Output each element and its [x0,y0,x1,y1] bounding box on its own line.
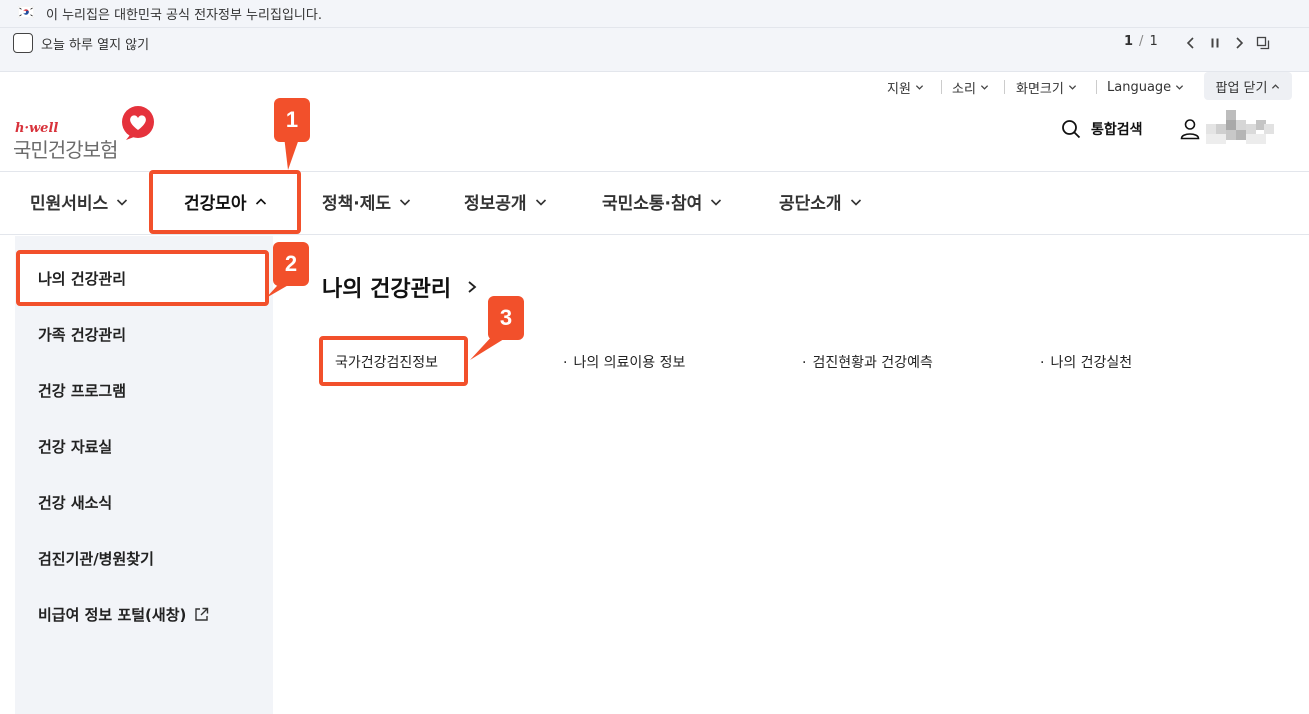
sidebar-item-health-news[interactable]: 건강 새소식 [38,492,112,513]
util-support-label: 지원 [887,81,911,97]
popup-pager: 1 / 1 [1124,34,1158,49]
util-support[interactable]: 지원 [887,74,924,100]
bullet: · [1040,355,1045,371]
gnb-item-health-moa[interactable]: 건강모아 [184,189,267,214]
pause-icon[interactable] [1208,36,1222,50]
chevron-down-icon [711,198,722,206]
chevron-right-icon [468,281,477,293]
dont-show-today-label[interactable]: 오늘 하루 열지 않기 [41,34,149,53]
step-badge-3: 3 [488,296,524,340]
dont-show-today-checkbox[interactable] [13,33,33,53]
sub-item-label: 나의 건강실천 [1050,355,1133,371]
gnb-item-policy[interactable]: 정책·제도 [322,189,411,214]
sidebar-item-label: 건강 자료실 [38,438,113,456]
pager-total: 1 [1149,34,1158,49]
next-icon[interactable] [1232,36,1246,50]
sidebar-item-label: 비급여 정보 포털(새창) [38,606,187,624]
sidebar-item-label: 건강 프로그램 [38,382,127,400]
blurred-username [1206,110,1274,144]
korea-flag-icon [18,6,34,18]
integrated-search-button[interactable]: 통합검색 [1091,119,1143,139]
gnb-item-info-disclosure[interactable]: 정보공개 [464,189,547,214]
view-all-icon[interactable] [1256,36,1270,50]
chevron-down-icon [980,84,989,90]
chevron-down-icon [1176,84,1184,90]
util-divider [1004,80,1005,94]
external-link-icon [195,607,209,621]
gnb-item-about[interactable]: 공단소개 [779,189,862,214]
sidebar-item-health-program[interactable]: 건강 프로그램 [38,380,126,401]
util-language[interactable]: Language [1107,74,1184,100]
chevron-up-icon [255,197,266,205]
search-icon[interactable] [1061,119,1081,139]
util-screen-size-label: 화면크기 [1016,81,1064,97]
logo-name[interactable]: 국민건강보험 [13,134,118,163]
pager-separator: / [1139,34,1144,49]
chevron-up-icon [1272,83,1280,89]
step-badge-1: 1 [274,98,310,142]
sidebar-item-my-health[interactable]: 나의 건강관리 [38,268,126,289]
user-icon[interactable] [1180,118,1200,140]
popup-bar: 오늘 하루 열지 않기 1 / 1 [0,28,1309,72]
gnb-item-civil-service[interactable]: 민원서비스 [30,189,128,214]
sub-item-checkup-status[interactable]: · 검진현황과 건강예측 [802,352,933,372]
sub-item-health-practice[interactable]: · 나의 건강실천 [1040,352,1132,372]
chevron-down-icon [535,198,546,206]
popup-close-button[interactable]: 팝업 닫기 [1204,72,1292,100]
sidebar-item-label: 검진기관/병원찾기 [38,550,154,568]
popup-close-label: 팝업 닫기 [1215,80,1268,96]
content-title[interactable]: 나의 건강관리 [322,271,479,303]
gnb-item-label: 정보공개 [464,194,527,214]
gnb-item-label: 민원서비스 [30,194,109,214]
gnb-item-label: 건강모아 [184,194,247,214]
util-language-label: Language [1107,79,1172,95]
chevron-down-icon [850,198,861,206]
heart-logo-icon [122,106,154,140]
sub-item-label: 나의 의료이용 정보 [573,355,686,371]
gov-banner-text: 이 누리집은 대한민국 공식 전자정부 누리집입니다. [46,8,322,23]
sidebar-item-noncovered-portal[interactable]: 비급여 정보 포털(새창) [38,604,209,625]
pager-current: 1 [1124,34,1134,49]
bullet: · [563,355,568,371]
chevron-down-icon [117,198,128,206]
sidebar-item-find-hospital[interactable]: 검진기관/병원찾기 [38,548,154,569]
chevron-down-icon [399,198,411,206]
util-sound[interactable]: 소리 [952,74,989,100]
content-title-label: 나의 건강관리 [322,277,452,302]
bullet: · [802,355,807,371]
prev-icon[interactable] [1184,36,1198,50]
util-sound-label: 소리 [952,81,976,97]
sub-item-national-checkup[interactable]: 국가건강검진정보 [335,352,438,372]
util-divider [1096,80,1097,94]
sidebar-item-family-health[interactable]: 가족 건강관리 [38,324,126,345]
util-divider [941,80,942,94]
gov-banner: 이 누리집은 대한민국 공식 전자정부 누리집입니다. [0,0,1309,28]
util-screen-size[interactable]: 화면크기 [1016,74,1077,100]
gnb-item-participation[interactable]: 국민소통·참여 [602,189,722,214]
sidebar-item-label: 가족 건강관리 [38,326,127,344]
gnb-item-label: 정책·제도 [322,194,392,214]
sub-item-label: 검진현황과 건강예측 [812,355,933,371]
chevron-down-icon [1068,84,1076,90]
chevron-down-icon [915,84,924,90]
sidebar-item-health-library[interactable]: 건강 자료실 [38,436,112,457]
gnb-item-label: 국민소통·참여 [602,194,703,214]
step-badge-2: 2 [273,242,309,286]
sidebar [15,236,273,714]
sidebar-item-label: 건강 새소식 [38,494,113,512]
sidebar-item-label: 나의 건강관리 [38,270,127,288]
sub-item-medical-usage[interactable]: · 나의 의료이용 정보 [563,352,685,372]
gnb-item-label: 공단소개 [779,194,842,214]
